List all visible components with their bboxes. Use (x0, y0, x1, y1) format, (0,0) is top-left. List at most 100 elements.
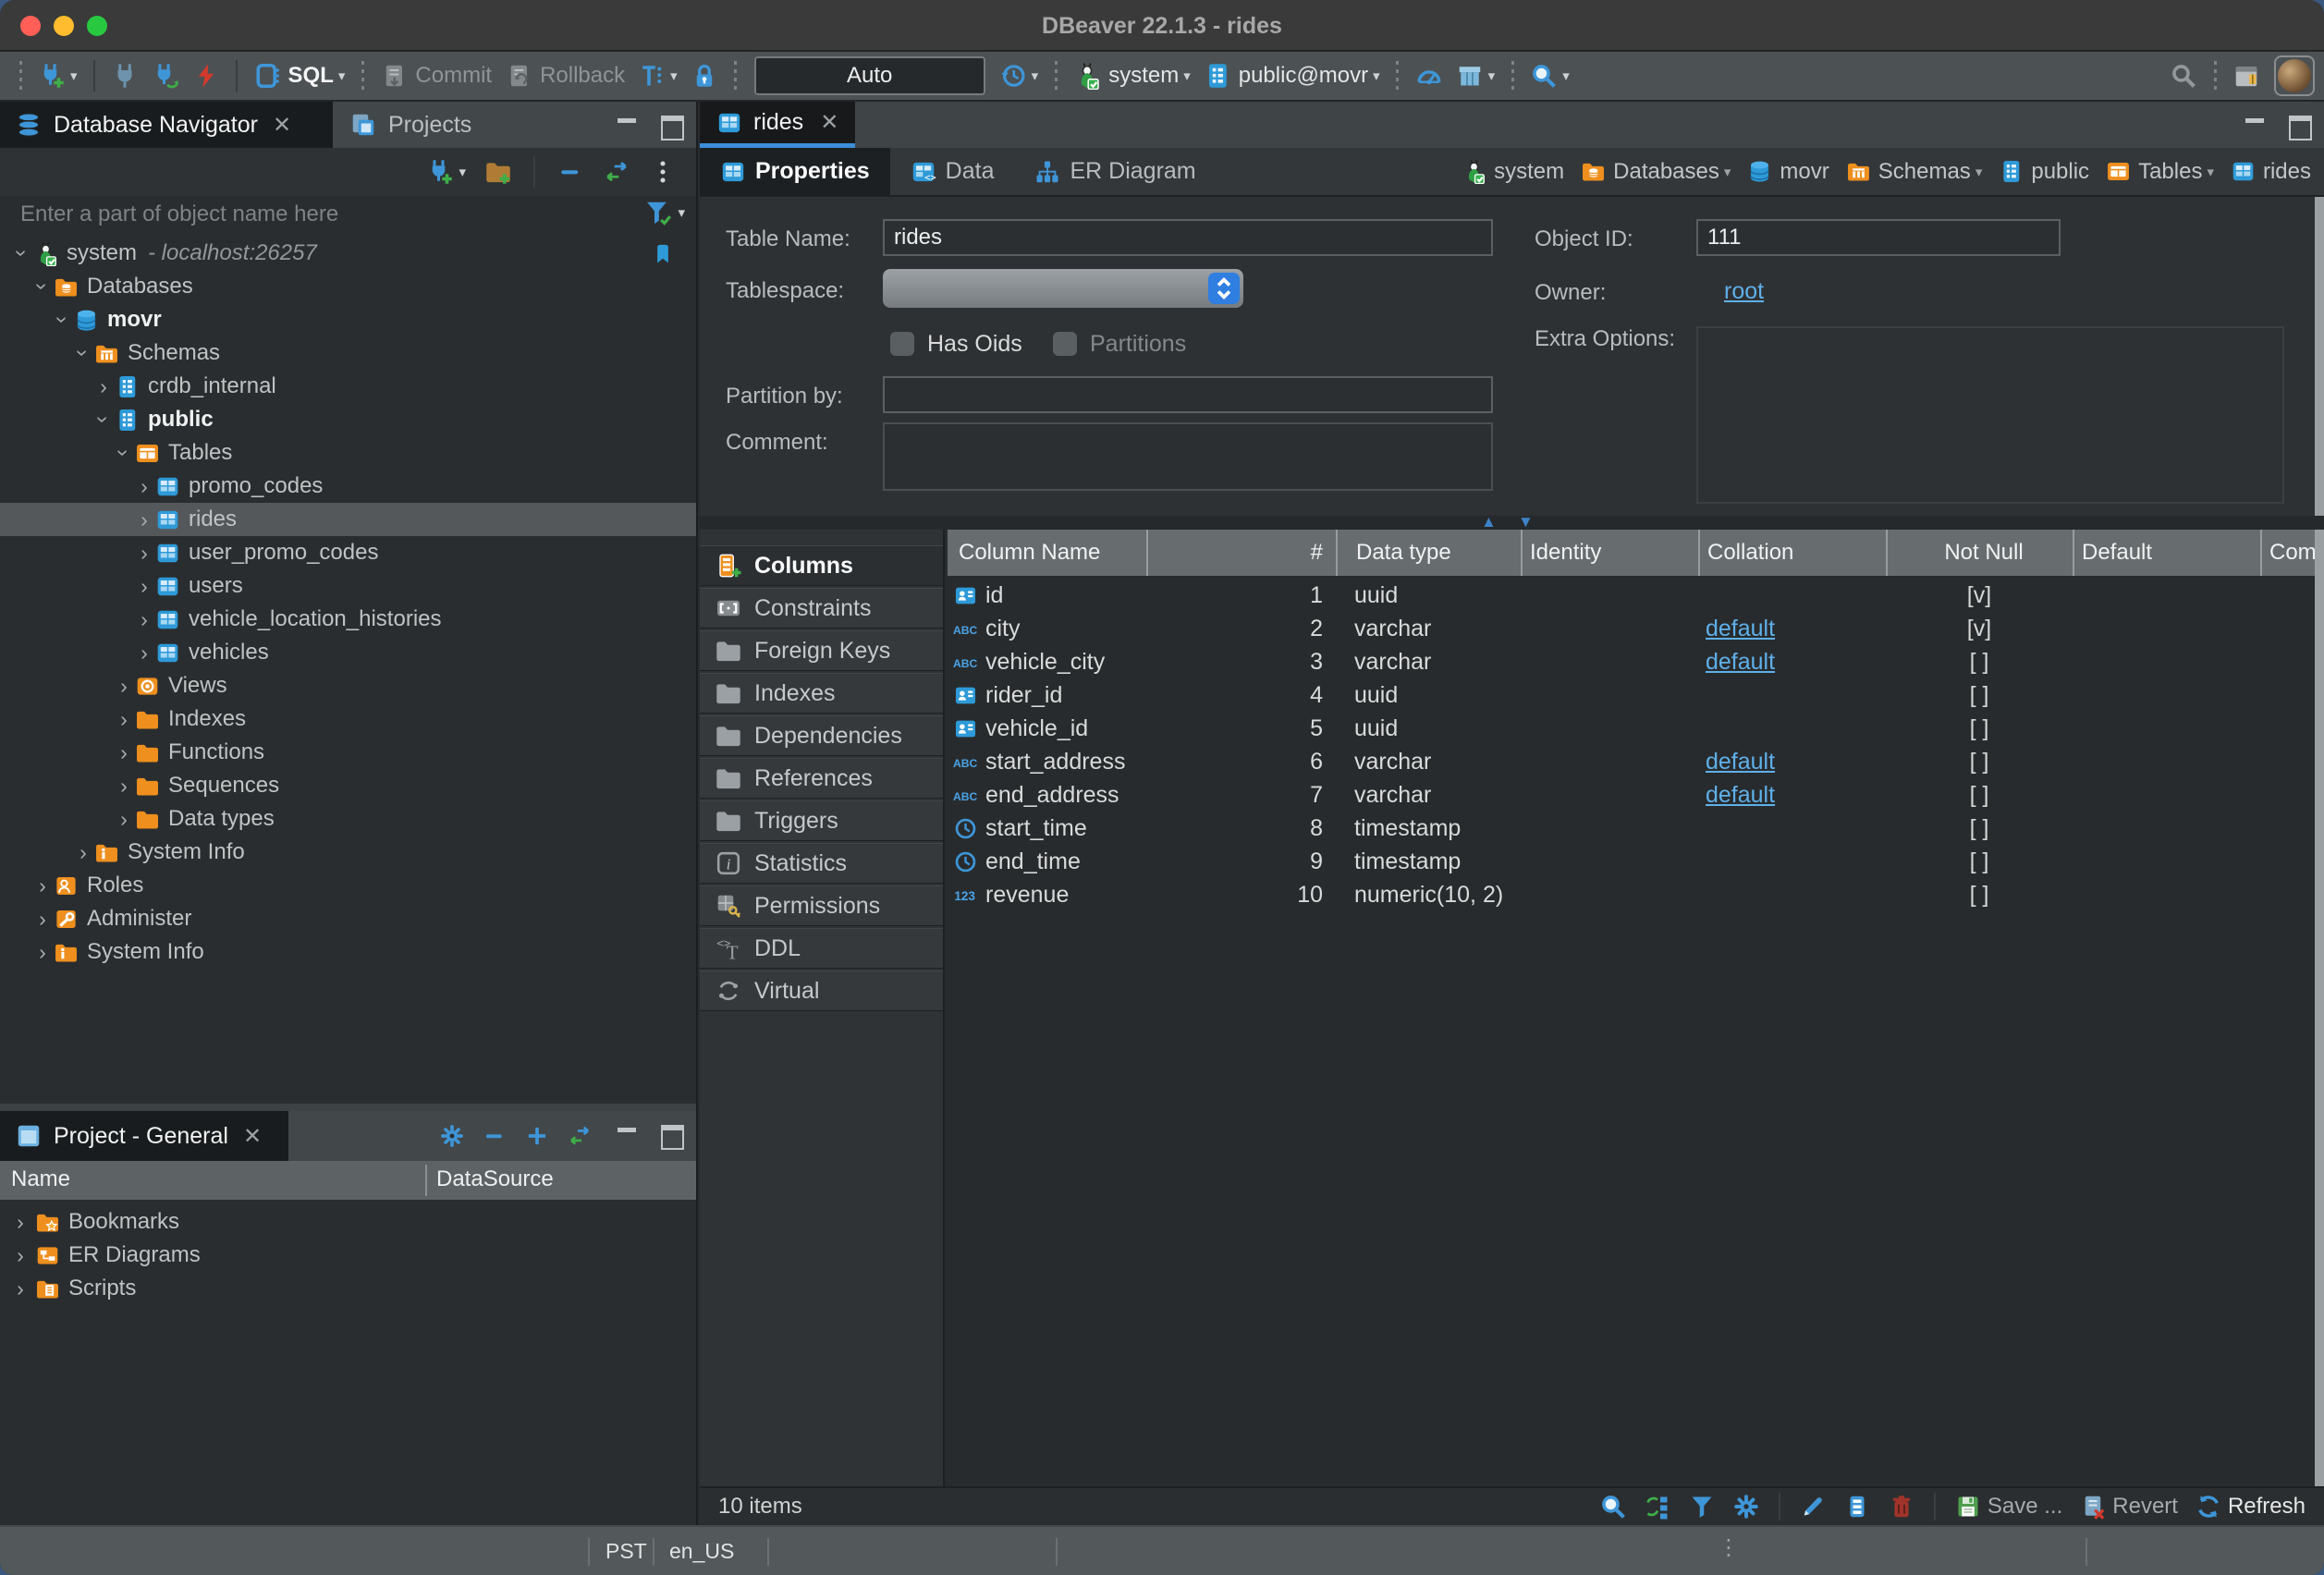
save-button[interactable]: Save ... (1951, 1491, 2066, 1522)
tree-item-functions[interactable]: ›Functions (0, 736, 696, 769)
partition-by-input[interactable] (883, 376, 1493, 413)
tablespace-select[interactable] (883, 269, 1243, 308)
chevron-collapsed-icon[interactable]: › (31, 908, 54, 930)
tree-item-administer[interactable]: ›Administer (0, 902, 696, 935)
object-tab-indexes[interactable]: Indexes (700, 673, 943, 714)
subtab-er-diagram[interactable]: ER Diagram (1014, 148, 1216, 195)
minimize-view-button[interactable] (615, 115, 639, 135)
commit-button[interactable]: Commit (373, 58, 498, 93)
minimize-view-button[interactable] (2243, 115, 2267, 135)
tree-item-indexes[interactable]: ›Indexes (0, 702, 696, 736)
sql-editor-button[interactable]: SQL▾ (247, 58, 352, 93)
object-tab-references[interactable]: References (700, 758, 943, 799)
project-item-er-diagrams[interactable]: ›ER Diagrams (0, 1239, 696, 1272)
form-scrollbar[interactable] (2315, 197, 2324, 516)
breadcrumb-movr[interactable]: movr (1747, 159, 1829, 185)
grid-columns-button[interactable] (1840, 1491, 1875, 1522)
collapse-down-icon[interactable]: ▼ (1518, 513, 1534, 531)
vertical-scrollbar[interactable] (2315, 530, 2324, 1486)
project-item-scripts[interactable]: ›Scripts (0, 1272, 696, 1305)
minimize-view-button[interactable] (615, 1124, 639, 1144)
new-connection-button[interactable]: ▾ (31, 58, 84, 93)
object-tab-virtual[interactable]: Virtual (700, 971, 943, 1011)
chevron-collapsed-icon[interactable]: › (31, 874, 54, 897)
transaction-mode-button[interactable]: ▾ (631, 58, 684, 93)
tree-item-system-info[interactable]: ›System Info (0, 836, 696, 869)
tree-item-promo-codes[interactable]: ›promo_codes (0, 470, 696, 503)
chevron-expanded-icon[interactable]: › (113, 442, 135, 464)
proj-expand-all-button[interactable] (522, 1121, 552, 1151)
breadcrumb-databases[interactable]: Databases▾ (1581, 159, 1731, 185)
nav-collapse-all-button[interactable] (550, 154, 591, 189)
subtab-properties[interactable]: Properties (700, 148, 890, 195)
tree-item-system-info[interactable]: ›System Info (0, 935, 696, 969)
column-header-name[interactable]: Name (11, 1166, 70, 1192)
active-datasource-button[interactable]: system▾ (1067, 58, 1197, 93)
extra-options-textarea[interactable] (1696, 326, 2284, 504)
chevron-collapsed-icon[interactable]: › (9, 1243, 31, 1268)
column-header-column-name[interactable]: Column Name (948, 530, 1146, 576)
tab-rides-editor[interactable]: rides ✕ (700, 102, 855, 148)
tree-item-data-types[interactable]: ›Data types (0, 802, 696, 836)
chevron-expanded-icon[interactable]: › (31, 275, 54, 298)
column-row-rider-id[interactable]: rider_id4uuid[ ] (948, 678, 2315, 712)
proj-link-with-editor-button[interactable] (565, 1121, 594, 1151)
object-filter-input[interactable] (18, 198, 573, 231)
collapse-up-icon[interactable]: ▲ (1481, 513, 1497, 531)
object-tab-statistics[interactable]: iStatistics (700, 843, 943, 884)
chevron-collapsed-icon[interactable]: › (113, 808, 135, 830)
object-tab-constraints[interactable]: Constraints (700, 588, 943, 629)
perspective-button[interactable] (2226, 58, 2267, 93)
filter-settings-button[interactable]: ▾ (643, 198, 685, 227)
breadcrumb-system[interactable]: system (1462, 159, 1564, 185)
tree-item-vehicle-location-histories[interactable]: ›vehicle_location_histories (0, 603, 696, 636)
object-tab-ddl[interactable]: <>TDDL (700, 928, 943, 969)
object-tab-permissions[interactable]: Permissions (700, 885, 943, 926)
table-name-input[interactable] (883, 219, 1493, 256)
column-row-vehicle-id[interactable]: vehicle_id5uuid[ ] (948, 712, 2315, 745)
disconnect-button[interactable] (186, 58, 226, 93)
chevron-collapsed-icon[interactable]: › (133, 475, 155, 497)
commit-mode-combo[interactable]: Auto (754, 56, 985, 95)
partitions-checkbox[interactable] (1053, 332, 1077, 356)
nav-new-folder-button[interactable] (478, 154, 519, 189)
column-row-start-time[interactable]: start_time8timestamp[ ] (948, 812, 2315, 845)
has-oids-checkbox[interactable] (890, 332, 914, 356)
full-text-search-button[interactable]: ▾ (1523, 58, 1576, 93)
horizontal-sash[interactable]: ▲ ▼ (700, 516, 2324, 530)
maximize-view-button[interactable] (2287, 115, 2311, 135)
column-row-revenue[interactable]: 123revenue10numeric(10, 2)[ ] (948, 878, 2315, 911)
object-tab-triggers[interactable]: Triggers (700, 800, 943, 841)
tree-item-public[interactable]: ›public (0, 403, 696, 436)
chevron-expanded-icon[interactable]: › (72, 342, 94, 364)
collation-link[interactable]: default (1706, 782, 1775, 808)
comment-textarea[interactable] (883, 422, 1493, 491)
tab-project-general[interactable]: Project - General ✕ (0, 1111, 288, 1161)
invalidate-reconnect-button[interactable] (145, 58, 186, 93)
connect-button[interactable] (104, 58, 145, 93)
chevron-collapsed-icon[interactable]: › (133, 508, 155, 531)
maximize-view-button[interactable] (659, 1124, 683, 1144)
column-divider[interactable] (425, 1165, 427, 1196)
tree-item-sequences[interactable]: ›Sequences (0, 769, 696, 802)
nav-link-with-editor-button[interactable] (596, 154, 637, 189)
grid-settings-button[interactable] (1729, 1491, 1764, 1522)
user-avatar[interactable] (2274, 55, 2315, 96)
proj-collapse-all-button[interactable] (480, 1121, 509, 1151)
column-row-start-address[interactable]: ABCstart_address6varchardefault[ ] (948, 745, 2315, 778)
nav-new-connection-button[interactable]: ▾ (420, 154, 472, 189)
object-tab-dependencies[interactable]: Dependencies (700, 715, 943, 756)
tree-item-system[interactable]: ›system- localhost:26257 (0, 237, 696, 270)
close-icon[interactable]: ✕ (243, 1123, 262, 1150)
grid-delete-button[interactable] (1884, 1491, 1919, 1522)
tab-database-navigator[interactable]: Database Navigator ✕ (0, 102, 333, 148)
chevron-collapsed-icon[interactable]: › (9, 1276, 31, 1301)
chevron-expanded-icon[interactable]: › (92, 409, 115, 431)
transaction-log-button[interactable]: ▾ (993, 58, 1046, 93)
tree-item-databases[interactable]: ›Databases (0, 270, 696, 303)
connection-lock-button[interactable] (684, 58, 725, 93)
tree-item-roles[interactable]: ›Roles (0, 869, 696, 902)
project-item-bookmarks[interactable]: ›Bookmarks (0, 1205, 696, 1239)
tree-item-user-promo-codes[interactable]: ›user_promo_codes (0, 536, 696, 569)
revert-button[interactable]: Revert (2075, 1491, 2182, 1522)
